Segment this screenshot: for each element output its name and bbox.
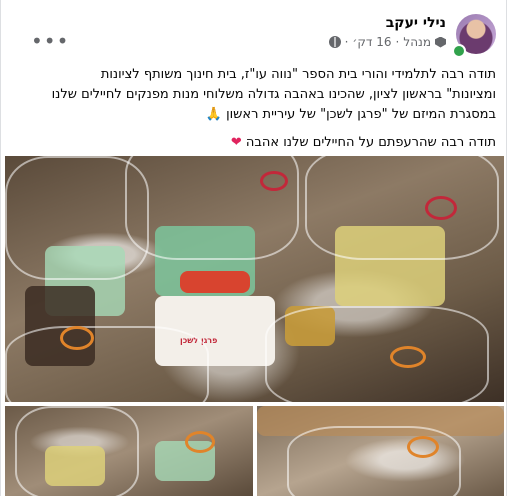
cellophane-wrap-small-1 [15,406,139,496]
ribbon-orange-small-2 [407,436,439,458]
pray-emoji-icon: 🙏 [205,107,222,122]
post-photo-main[interactable]: פרגן לשכן [5,156,504,402]
cellophane-wrap-small-2 [287,426,461,496]
cellophane-wrap-5 [5,326,209,402]
cellophane-wrap-4 [265,306,489,402]
post-text-line-1: תודה רבה לתלמידי והורי בית הספר "נווה עו… [100,67,496,82]
post-photo-2[interactable] [5,406,253,496]
post-header: נילי יעקב מנהל · 16 דק׳ · ••• [11,14,496,58]
meta-separator-2: · [344,35,349,49]
post-thanks-line: תודה רבה שהרעפתם על החיילים שלנו אהבה ❤ [9,133,496,153]
ribbon-orange-1 [60,326,94,350]
post-time[interactable]: 16 דק׳ [352,35,391,49]
red-snack-pack [180,271,250,293]
globe-icon [328,36,341,48]
post-card: נילי יעקב מנהל · 16 דק׳ · ••• תודה רבה ל… [0,0,507,496]
post-meta: מנהל · 16 דק׳ · [328,35,446,49]
online-status-dot [452,44,466,58]
more-options-icon[interactable]: ••• [31,31,69,51]
post-text-line-2: ומציונות" בראשון לציון, שהכינו באהבה גדו… [51,87,496,102]
post-text: תודה רבה לתלמידי והורי בית הספר "נווה עו… [9,65,496,153]
cellophane-wrap-3 [305,156,499,260]
ribbon-orange-2 [390,346,426,368]
post-text-line-3: במסגרת המיזם של "פרגן לשכן" של עיריית רא… [9,105,496,125]
author-role: מנהל [403,35,431,49]
post-photo-3[interactable] [257,406,504,496]
post-text-line-3-text: במסגרת המיזם של "פרגן לשכן" של עיריית רא… [226,107,496,122]
author-name[interactable]: נילי יעקב [386,15,446,31]
meta-separator: · [395,35,400,49]
ribbon-red-2 [260,171,288,191]
heart-emoji-icon: ❤ [230,135,242,150]
ribbon-red-1 [425,196,457,220]
thanks-text: תודה רבה שהרעפתם על החיילים שלנו אהבה [245,135,496,150]
admin-badge-icon [435,36,446,48]
ribbon-orange-small-1 [185,431,215,453]
